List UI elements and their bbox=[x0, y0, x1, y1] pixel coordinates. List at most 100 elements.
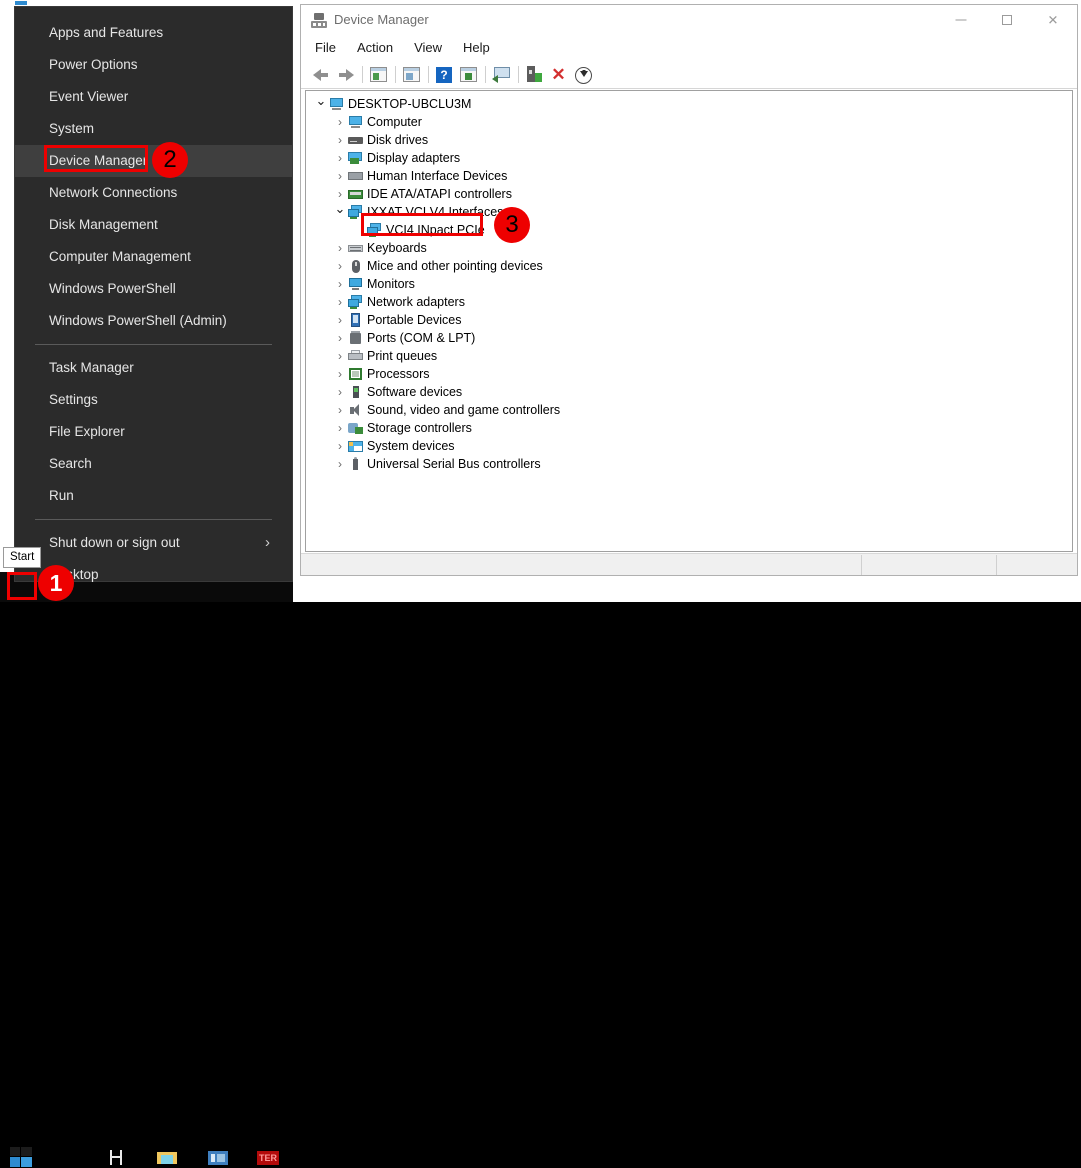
winx-item-label: Windows PowerShell bbox=[49, 281, 176, 296]
winx-item-task-manager[interactable]: Task Manager bbox=[15, 352, 292, 384]
chevron-right-icon[interactable]: › bbox=[334, 293, 346, 311]
tree-item-keyboards[interactable]: ›Keyboards bbox=[306, 239, 1072, 257]
chevron-right-icon[interactable]: › bbox=[334, 365, 346, 383]
annotation-badge-1: 1 bbox=[38, 565, 74, 601]
tree-item-ixxat-vci-v4-interfaces[interactable]: ⌄IXXAT VCI V4 Interfaces bbox=[306, 203, 1072, 221]
winx-menu-accent bbox=[15, 1, 27, 5]
tree-item-network-adapters[interactable]: ›Network adapters bbox=[306, 293, 1072, 311]
tree-item-universal-serial-bus-controllers[interactable]: › Universal Serial Bus controllers bbox=[306, 455, 1072, 473]
menu-help[interactable]: Help bbox=[463, 35, 490, 61]
tree-item-monitors[interactable]: ›Monitors bbox=[306, 275, 1072, 293]
chevron-right-icon[interactable]: › bbox=[334, 257, 346, 275]
chevron-right-icon[interactable]: › bbox=[334, 113, 346, 131]
winx-item-run[interactable]: Run bbox=[15, 480, 292, 512]
tree-item-storage-controllers[interactable]: ›Storage controllers bbox=[306, 419, 1072, 437]
properties-icon bbox=[403, 67, 420, 82]
chevron-right-icon[interactable]: › bbox=[334, 311, 346, 329]
winx-item-windows-powershell-admin[interactable]: Windows PowerShell (Admin) bbox=[15, 305, 292, 337]
help-button[interactable]: ? bbox=[434, 64, 456, 85]
chevron-right-icon[interactable]: › bbox=[334, 455, 346, 473]
chevron-right-icon[interactable]: › bbox=[334, 275, 346, 293]
app-glyph bbox=[211, 1154, 215, 1162]
close-button[interactable]: ✕ bbox=[1030, 5, 1076, 34]
chevron-right-icon[interactable]: › bbox=[334, 167, 346, 185]
winx-item-disk-management[interactable]: Disk Management bbox=[15, 209, 292, 241]
winx-item-label: System bbox=[49, 121, 94, 136]
ter-app-icon[interactable]: TER bbox=[257, 1148, 279, 1168]
tree-item-system-devices[interactable]: › System devices bbox=[306, 437, 1072, 455]
task-view-icon[interactable] bbox=[104, 1148, 126, 1168]
enable-device-button[interactable] bbox=[524, 64, 546, 85]
chevron-right-icon[interactable]: › bbox=[334, 437, 346, 455]
blue-app-icon[interactable] bbox=[207, 1148, 229, 1168]
tree-item-disk-drives[interactable]: ›Disk drives bbox=[306, 131, 1072, 149]
tree-item-label: Ports (COM & LPT) bbox=[367, 329, 475, 347]
tree-item-human-interface-devices[interactable]: ›Human Interface Devices bbox=[306, 167, 1072, 185]
winx-menu-top-spacer bbox=[15, 7, 292, 17]
folder-inner bbox=[161, 1155, 173, 1164]
tree-item-mice-and-other-pointing-devices[interactable]: ›Mice and other pointing devices bbox=[306, 257, 1072, 275]
tree-item-label: System devices bbox=[367, 437, 455, 455]
winx-item-shut-down-or-sign-out[interactable]: Shut down or sign out› bbox=[15, 527, 292, 559]
app-glyph bbox=[217, 1154, 225, 1162]
winx-item-computer-management[interactable]: Computer Management bbox=[15, 241, 292, 273]
tree-item-sound-video-and-game-controllers[interactable]: ›Sound, video and game controllers bbox=[306, 401, 1072, 419]
winx-item-label: Windows PowerShell (Admin) bbox=[49, 313, 227, 328]
properties-button[interactable] bbox=[401, 64, 423, 85]
device-icon-monitor bbox=[314, 13, 324, 20]
menu-action[interactable]: Action bbox=[357, 35, 393, 61]
tree-item-processors[interactable]: ›Processors bbox=[306, 365, 1072, 383]
scan-for-hardware-changes-button[interactable] bbox=[491, 64, 513, 85]
start-button[interactable] bbox=[10, 1147, 32, 1168]
windows-logo-quadrant-2 bbox=[21, 1147, 32, 1156]
show-hide-console-tree-button[interactable] bbox=[368, 64, 390, 85]
chevron-right-icon[interactable]: › bbox=[334, 383, 346, 401]
chevron-down-icon[interactable]: ⌄ bbox=[315, 95, 327, 113]
device-tree[interactable]: ⌄DESKTOP-UBCLU3M›Computer›Disk drives›Di… bbox=[305, 90, 1073, 552]
tree-item-print-queues[interactable]: ›Print queues bbox=[306, 347, 1072, 365]
tree-item-computer[interactable]: ›Computer bbox=[306, 113, 1072, 131]
chevron-right-icon[interactable]: › bbox=[334, 347, 346, 365]
winx-item-file-explorer[interactable]: File Explorer bbox=[15, 416, 292, 448]
winx-item-settings[interactable]: Settings bbox=[15, 384, 292, 416]
chevron-right-icon[interactable]: › bbox=[334, 131, 346, 149]
sound-controller-icon bbox=[348, 403, 363, 417]
mouse-icon bbox=[348, 259, 363, 273]
tree-item-ports-com-lpt[interactable]: › Ports (COM & LPT) bbox=[306, 329, 1072, 347]
disable-device-button[interactable] bbox=[572, 64, 594, 85]
menu-file[interactable]: File bbox=[315, 35, 336, 61]
uninstall-device-button[interactable]: ✕ bbox=[548, 64, 570, 85]
tree-item-display-adapters[interactable]: ›Display adapters bbox=[306, 149, 1072, 167]
tree-item-ide-ata-atapi-controllers[interactable]: ›IDE ATA/ATAPI controllers bbox=[306, 185, 1072, 203]
chevron-right-icon[interactable]: › bbox=[334, 149, 346, 167]
tree-item-vci4-inpact-pcie[interactable]: VCI4 INpact PCIe bbox=[306, 221, 1072, 239]
chevron-right-icon[interactable]: › bbox=[334, 401, 346, 419]
arrow-stem bbox=[320, 73, 328, 77]
winx-item-event-viewer[interactable]: Event Viewer bbox=[15, 81, 292, 113]
tree-item-label: Universal Serial Bus controllers bbox=[367, 455, 541, 473]
winx-item-apps-and-features[interactable]: Apps and Features bbox=[15, 17, 292, 49]
back-button[interactable] bbox=[311, 64, 333, 85]
tree-item-software-devices[interactable]: ›Software devices bbox=[306, 383, 1072, 401]
device-manager-titlebar[interactable]: Device Manager ✕ bbox=[301, 5, 1077, 35]
minimize-button[interactable] bbox=[938, 5, 984, 34]
update-driver-icon bbox=[460, 67, 477, 82]
tree-item-desktop-ubclu3m[interactable]: ⌄DESKTOP-UBCLU3M bbox=[306, 95, 1072, 113]
chevron-right-icon[interactable]: › bbox=[334, 329, 346, 347]
winx-item-network-connections[interactable]: Network Connections bbox=[15, 177, 292, 209]
winx-item-system[interactable]: System bbox=[15, 113, 292, 145]
chevron-right-icon[interactable]: › bbox=[334, 419, 346, 437]
winx-item-windows-powershell[interactable]: Windows PowerShell bbox=[15, 273, 292, 305]
computer-root-icon bbox=[329, 97, 344, 111]
chevron-down-icon[interactable]: ⌄ bbox=[334, 203, 346, 221]
menu-view[interactable]: View bbox=[414, 35, 442, 61]
tree-item-portable-devices[interactable]: ›Portable Devices bbox=[306, 311, 1072, 329]
maximize-button[interactable] bbox=[984, 5, 1030, 34]
winx-item-power-options[interactable]: Power Options bbox=[15, 49, 292, 81]
winx-item-label: Run bbox=[49, 488, 74, 503]
update-driver-button[interactable] bbox=[458, 64, 480, 85]
winx-item-search[interactable]: Search bbox=[15, 448, 292, 480]
file-explorer-icon[interactable] bbox=[156, 1148, 178, 1168]
forward-button[interactable] bbox=[335, 64, 357, 85]
chevron-right-icon[interactable]: › bbox=[334, 239, 346, 257]
